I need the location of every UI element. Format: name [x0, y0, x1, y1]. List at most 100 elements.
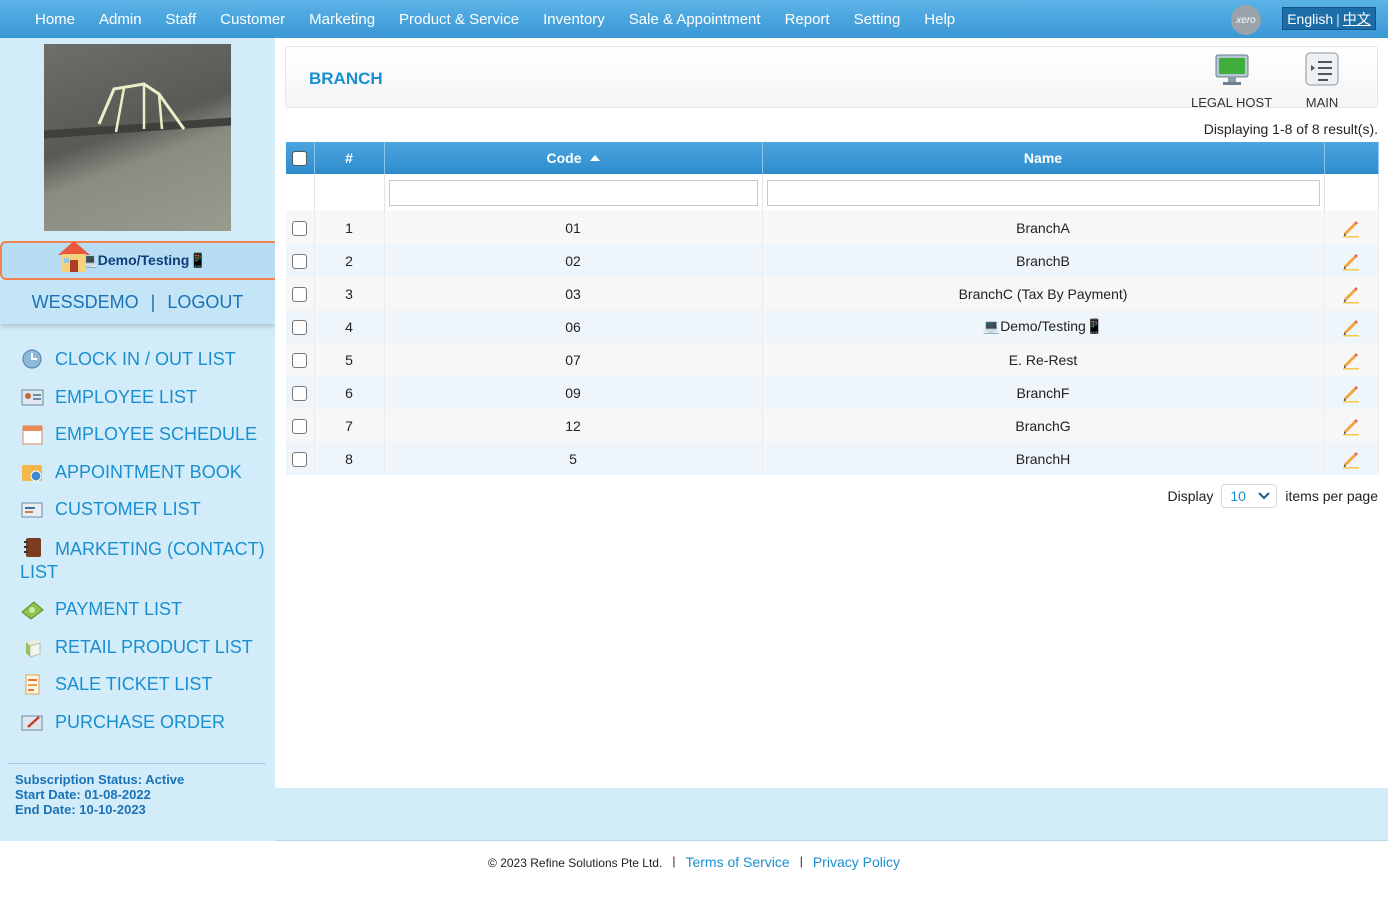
sidebar-item-purchase-order[interactable]: PURCHASE ORDER: [20, 711, 270, 734]
clock-icon: [22, 349, 42, 369]
chevron-down-icon: [1258, 492, 1271, 500]
pagination-controls: Display 10 items per page: [1167, 484, 1378, 508]
sidebar-item-label: SALE TICKET LIST: [55, 674, 213, 694]
row-name: 💻Demo/Testing📱: [762, 310, 1325, 343]
branch-selector[interactable]: 💻Demo/Testing📱: [0, 241, 279, 280]
sidebar-item-employee-schedule[interactable]: EMPLOYEE SCHEDULE: [20, 423, 270, 446]
nav-sale-appointment[interactable]: Sale & Appointment: [617, 11, 773, 28]
table-row: 2 02 BranchB: [286, 244, 1379, 277]
nav-admin[interactable]: Admin: [87, 11, 154, 28]
code-filter-input[interactable]: [388, 179, 758, 206]
edit-pencil-icon[interactable]: [1341, 251, 1361, 271]
nav-customer[interactable]: Customer: [208, 11, 297, 28]
row-code: 03: [384, 277, 763, 310]
sidebar-item-label: CLOCK IN / OUT LIST: [55, 349, 236, 369]
calendar-icon: [22, 425, 43, 445]
items-per-page-value: 10: [1230, 488, 1246, 504]
list-menu-icon: [1305, 52, 1339, 86]
nav-product-service[interactable]: Product & Service: [387, 11, 531, 28]
sidebar-item-clock-in-out[interactable]: CLOCK IN / OUT LIST: [20, 348, 270, 371]
select-all-checkbox[interactable]: [292, 151, 308, 167]
xero-logo-icon[interactable]: xero: [1231, 5, 1261, 35]
select-all-header: [286, 142, 315, 174]
nav-inventory[interactable]: Inventory: [531, 11, 617, 28]
sidebar-item-payment-list[interactable]: PAYMENT LIST: [20, 598, 270, 621]
edit-pencil-icon[interactable]: [1341, 449, 1361, 469]
home-branch-icon: [58, 241, 90, 272]
language-switcher: English | 中文: [1282, 7, 1376, 30]
row-name: BranchH: [762, 442, 1325, 475]
footer-band: [275, 788, 1388, 841]
nav-home[interactable]: Home: [0, 11, 87, 28]
row-checkbox[interactable]: [292, 352, 308, 368]
row-number: 1: [314, 211, 385, 244]
table-row: 5 07 E. Re-Rest: [286, 343, 1379, 376]
username-link[interactable]: WESSDEMO: [32, 292, 139, 313]
legal-host-button[interactable]: LEGAL HOST: [1191, 51, 1272, 110]
result-count: Displaying 1-8 of 8 result(s).: [1203, 121, 1378, 137]
main-button[interactable]: MAIN: [1304, 51, 1340, 110]
filter-row: [286, 174, 1379, 211]
sort-ascending-icon: [589, 155, 600, 161]
edit-pencil-icon[interactable]: [1341, 218, 1361, 238]
customer-list-icon: [21, 502, 43, 518]
column-header-code-label: Code: [546, 150, 582, 166]
top-navigation-bar: Home Admin Staff Customer Marketing Prod…: [0, 0, 1388, 38]
row-checkbox[interactable]: [292, 385, 308, 401]
sidebar-item-label: CUSTOMER LIST: [55, 499, 201, 519]
sidebar-item-employee-list[interactable]: EMPLOYEE LIST: [20, 386, 270, 409]
nav-help[interactable]: Help: [912, 11, 967, 28]
nav-staff[interactable]: Staff: [154, 11, 209, 28]
row-checkbox[interactable]: [292, 253, 308, 269]
monitor-icon: [1215, 54, 1249, 85]
privacy-policy-link[interactable]: Privacy Policy: [813, 854, 900, 870]
sidebar-item-label: APPOINTMENT BOOK: [55, 461, 242, 482]
logout-link[interactable]: LOGOUT: [167, 292, 243, 313]
sidebar-item-label: MARKETING (CONTACT) LIST: [20, 538, 265, 582]
edit-pencil-icon[interactable]: [1341, 350, 1361, 370]
employee-card-icon: [21, 389, 44, 405]
copyright-text: © 2023 Refine Solutions Pte Ltd.: [488, 856, 663, 870]
table-row: 8 5 BranchH: [286, 442, 1379, 475]
page-header: BRANCH LEGAL HOST MAIN: [285, 46, 1378, 110]
row-number: 3: [314, 277, 385, 310]
edit-pencil-icon[interactable]: [1341, 416, 1361, 436]
edit-pencil-icon[interactable]: [1341, 317, 1361, 337]
nav-report[interactable]: Report: [773, 11, 842, 28]
row-checkbox[interactable]: [292, 286, 308, 302]
items-per-page-select[interactable]: 10: [1221, 484, 1278, 508]
items-per-page-label: items per page: [1285, 488, 1378, 504]
sidebar-item-customer-list[interactable]: CUSTOMER LIST: [20, 498, 270, 521]
name-filter-input[interactable]: [766, 179, 1320, 206]
subscription-status-text: Subscription Status: Active: [15, 772, 185, 787]
row-name: E. Re-Rest: [762, 343, 1325, 376]
row-checkbox[interactable]: [292, 418, 308, 434]
sale-ticket-icon: [25, 674, 40, 695]
sidebar-item-appointment-book[interactable]: APPOINTMENT BOOK: [20, 461, 270, 484]
column-header-name[interactable]: Name: [762, 142, 1325, 174]
sidebar-item-retail-product-list[interactable]: RETAIL PRODUCT LIST: [20, 636, 270, 659]
row-code: 07: [384, 343, 763, 376]
lang-english-link[interactable]: English: [1287, 11, 1333, 27]
sidebar-item-label: EMPLOYEE SCHEDULE: [55, 424, 258, 444]
lang-chinese-link[interactable]: 中文: [1343, 9, 1371, 29]
sidebar-item-label: EMPLOYEE LIST: [55, 386, 198, 407]
sidebar-item-marketing-contact-list[interactable]: MARKETING (CONTACT) LIST: [20, 536, 270, 584]
subscription-end-date: End Date: 10-10-2023: [15, 802, 146, 817]
row-checkbox[interactable]: [292, 319, 308, 335]
current-branch-label: 💻Demo/Testing📱: [80, 252, 207, 268]
sidebar-item-sale-ticket-list[interactable]: SALE TICKET LIST: [20, 673, 270, 696]
money-icon: [21, 601, 44, 620]
appointment-book-icon: [22, 464, 42, 481]
terms-of-service-link[interactable]: Terms of Service: [685, 854, 789, 870]
sidebar-item-label: PAYMENT LIST: [55, 599, 183, 619]
column-header-code[interactable]: Code: [384, 142, 763, 174]
row-checkbox[interactable]: [292, 220, 308, 236]
nav-marketing[interactable]: Marketing: [297, 11, 387, 28]
nav-setting[interactable]: Setting: [842, 11, 913, 28]
edit-pencil-icon[interactable]: [1341, 284, 1361, 304]
edit-pencil-icon[interactable]: [1341, 383, 1361, 403]
sidebar-item-label: RETAIL PRODUCT LIST: [55, 636, 253, 657]
row-checkbox[interactable]: [292, 451, 308, 467]
row-code: 09: [384, 376, 763, 409]
